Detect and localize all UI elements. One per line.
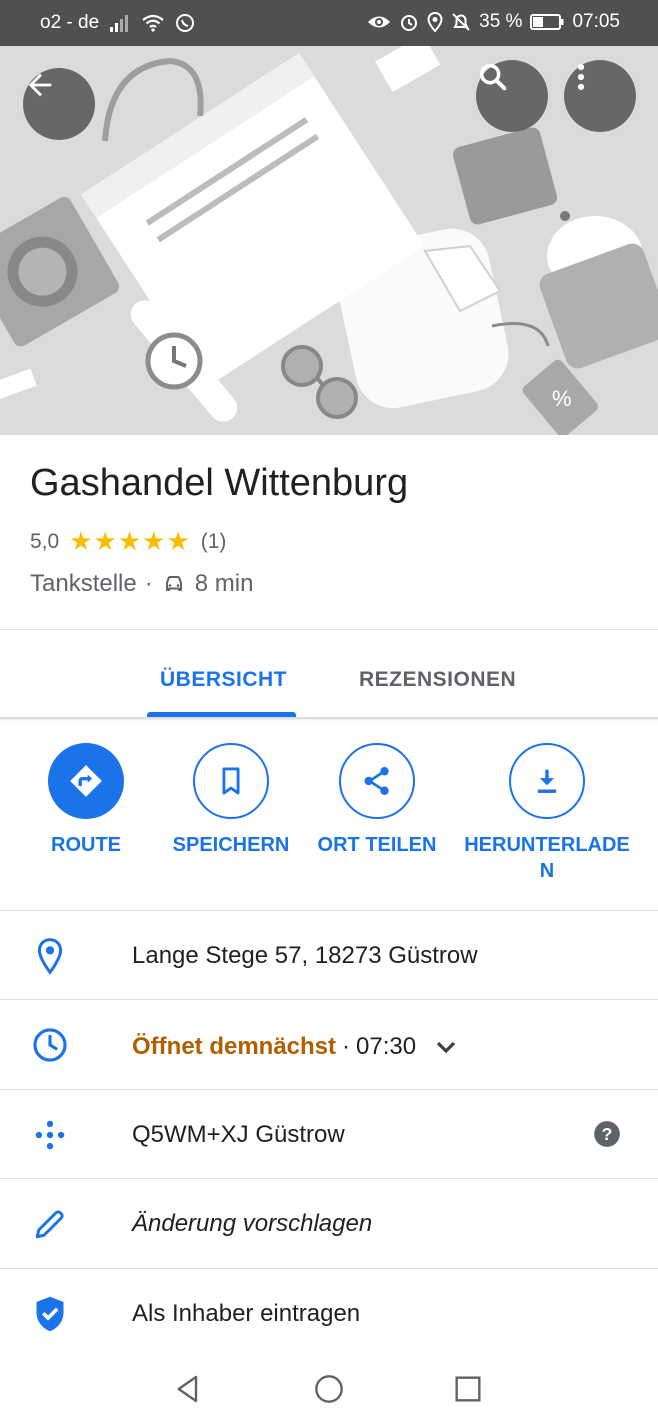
wifi-icon [142,14,164,32]
arrow-back-icon [28,73,52,97]
save-label: SPEICHERN [172,834,290,856]
share-label: ORT TEILEN [317,834,437,856]
battery-percent: 35 % [479,11,523,32]
route-button[interactable]: ROUTE [38,743,134,858]
shopping-illustration: % [0,46,658,435]
drive-time: 8 min [194,570,254,597]
hours-text: Öffnet demnächst · 07:30 [132,1031,462,1063]
verified-shield-icon [31,1295,69,1333]
suggest-edit-text: Änderung vorschlagen [132,1210,373,1237]
route-circle[interactable] [48,743,124,819]
search-button[interactable] [476,60,548,132]
notifications-off-icon [452,13,470,31]
eye-icon [368,16,391,28]
more-vert-icon [577,63,585,91]
hours-time: 07:30 [356,1033,417,1060]
hours-row[interactable]: Öffnet demnächst · 07:30 [0,1000,658,1089]
status-bar: o2 - de 35 % 07:05 [0,0,658,46]
plus-code-icon [31,1116,69,1154]
download-button[interactable]: HERUNTERLADE N [462,743,632,884]
save-button[interactable]: SPEICHERN [163,743,299,858]
hours-separator: · [342,1033,351,1060]
download-circle[interactable] [509,743,585,819]
category-separator: · [144,570,153,597]
search-icon [479,63,507,91]
claim-business-row[interactable]: Als Inhaber eintragen [0,1269,658,1358]
system-nav-bar [0,1355,658,1425]
clock-icon [31,1026,69,1064]
more-options-button[interactable] [564,60,636,132]
rating-stars: ★★★★★ [69,526,191,556]
recents-square-icon[interactable] [452,1373,484,1405]
chevron-down-icon[interactable] [430,1031,462,1063]
pencil-icon [31,1205,69,1243]
rating-row[interactable]: 5,0 ★★★★★ (1) [30,526,226,557]
share-button[interactable]: ORT TEILEN [309,743,445,858]
location-icon [427,12,443,32]
share-icon [364,767,389,795]
car-icon [165,576,182,591]
back-triangle-icon[interactable] [172,1373,204,1405]
bookmark-icon [222,767,240,795]
suggest-edit-row[interactable]: Änderung vorschlagen [0,1179,658,1268]
whatsapp-icon [176,14,195,32]
carrier-label: o2 - de [40,12,100,33]
svg-text:?: ? [602,1124,613,1144]
download-label: HERUNTERLADE N [464,834,630,882]
help-icon[interactable]: ? [593,1120,621,1148]
tab-reviews[interactable]: REZENSIONEN [359,668,516,692]
alarm-icon [401,15,418,31]
tab-bar: ÜBERSICHT REZENSIONEN [0,630,658,718]
svg-text:%: % [552,386,572,411]
back-button[interactable] [23,68,95,140]
hours-status: Öffnet demnächst [132,1033,337,1060]
category-row: Tankstelle · 8 min [30,570,253,598]
review-count: (1) [200,529,227,553]
clock-time: 07:05 [572,11,620,32]
tab-overview[interactable]: ÜBERSICHT [160,668,287,692]
signal-icon [110,15,129,32]
address-row[interactable]: Lange Stege 57, 18273 Güstrow [0,911,658,1000]
share-circle[interactable] [339,743,415,819]
address-text: Lange Stege 57, 18273 Güstrow [132,942,478,969]
category-label: Tankstelle [30,570,137,597]
place-photo[interactable]: % [0,46,658,435]
place-pin-icon [31,937,69,975]
directions-icon [70,765,102,797]
place-title: Gashandel Wittenburg [30,462,409,504]
tabs-shadow [0,717,658,721]
battery-icon [530,14,564,30]
route-label: ROUTE [51,834,121,856]
plus-code-text: Q5WM+XJ Güstrow [132,1121,345,1148]
rating-value: 5,0 [30,529,60,553]
claim-business-text: Als Inhaber eintragen [132,1300,361,1327]
home-circle-icon[interactable] [313,1373,345,1405]
plus-code-row[interactable]: Q5WM+XJ Güstrow ? [0,1090,658,1179]
download-icon [537,769,557,793]
save-circle[interactable] [193,743,269,819]
